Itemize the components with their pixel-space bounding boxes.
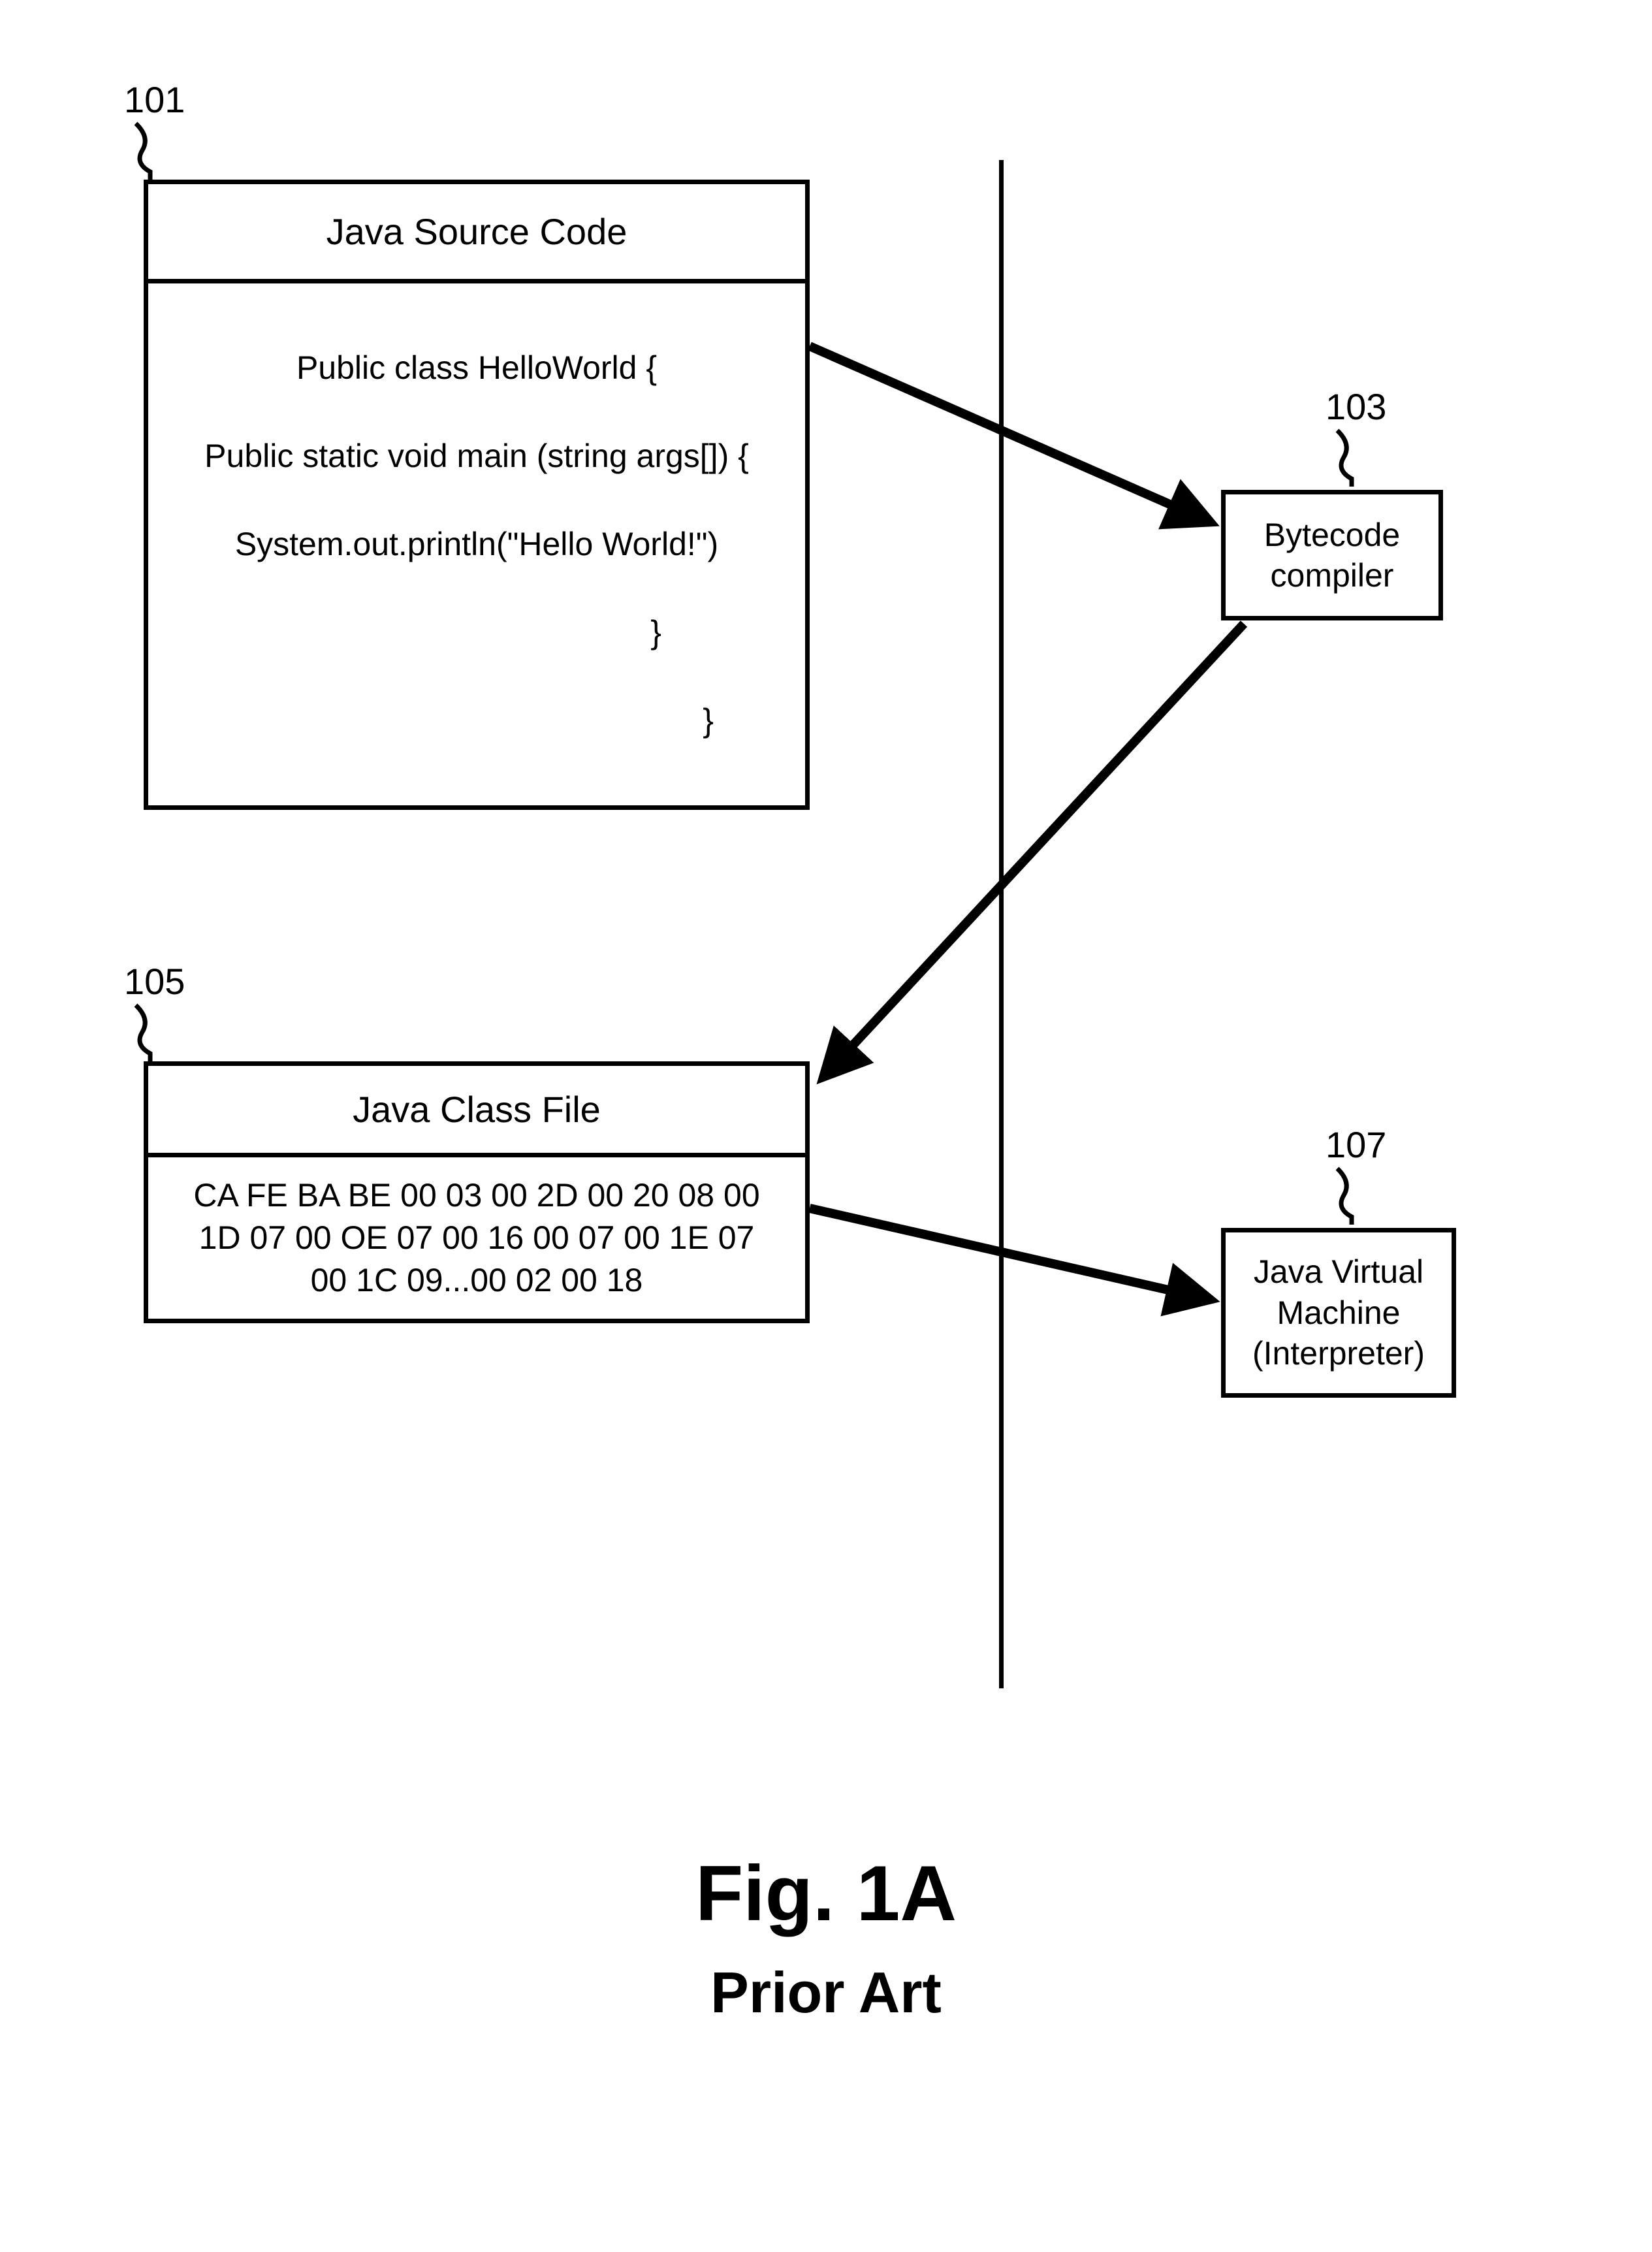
ref-107-squiggle: [1332, 1166, 1371, 1225]
compiler-line: compiler: [1264, 555, 1400, 596]
code-line: Public static void main (string args[]) …: [168, 434, 786, 479]
arrow-classfile-to-jvm: [810, 1208, 1211, 1300]
code-line: }: [168, 699, 786, 743]
figure-subtitle: Prior Art: [0, 1959, 1652, 2026]
jvm-line: Machine: [1252, 1293, 1425, 1334]
classfile-title: Java Class File: [148, 1066, 805, 1157]
hex-line: 00 1C 09...00 02 00 18: [161, 1259, 792, 1302]
bytecode-compiler-box: Bytecode compiler: [1221, 490, 1443, 620]
source-code-body: Public class HelloWorld { Public static …: [148, 283, 805, 805]
compiler-line: Bytecode: [1264, 515, 1400, 556]
java-source-code-box: Java Source Code Public class HelloWorld…: [144, 180, 810, 810]
ref-103: 103: [1326, 385, 1386, 428]
arrow-source-to-compiler: [810, 346, 1211, 523]
ref-103-squiggle: [1332, 428, 1371, 487]
hex-line: 1D 07 00 OE 07 00 16 00 07 00 1E 07: [161, 1217, 792, 1259]
jvm-line: Java Virtual: [1252, 1251, 1425, 1293]
code-line: System.out.println("Hello World!"): [168, 523, 786, 567]
code-line: Public class HelloWorld {: [168, 346, 786, 391]
ref-107: 107: [1326, 1123, 1386, 1166]
java-class-file-box: Java Class File CA FE BA BE 00 03 00 2D …: [144, 1061, 810, 1323]
classfile-body: CA FE BA BE 00 03 00 2D 00 20 08 00 1D 0…: [148, 1157, 805, 1319]
vertical-divider: [999, 160, 1004, 1688]
ref-101: 101: [124, 78, 185, 121]
source-title: Java Source Code: [148, 184, 805, 283]
ref-101-squiggle: [131, 121, 170, 180]
jvm-line: (Interpreter): [1252, 1333, 1425, 1374]
hex-line: CA FE BA BE 00 03 00 2D 00 20 08 00: [161, 1174, 792, 1217]
code-line: }: [168, 611, 786, 655]
ref-105-squiggle: [131, 1003, 170, 1061]
diagram-canvas: 101 Java Source Code Public class HelloW…: [0, 0, 1652, 2252]
ref-105: 105: [124, 960, 185, 1003]
arrow-compiler-to-classfile: [823, 624, 1244, 1078]
figure-title: Fig. 1A: [0, 1848, 1652, 1938]
jvm-box: Java Virtual Machine (Interpreter): [1221, 1228, 1456, 1398]
